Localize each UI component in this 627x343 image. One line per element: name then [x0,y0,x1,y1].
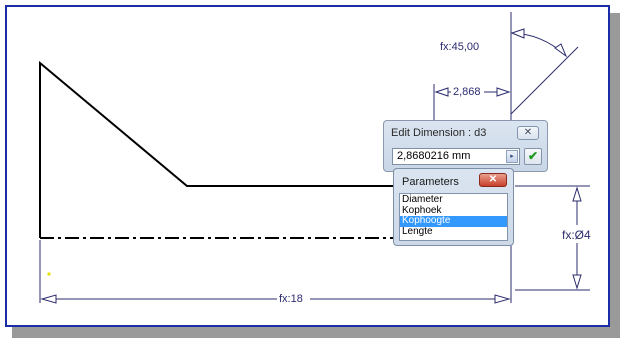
value-options-button[interactable]: ▸ [506,150,518,163]
close-icon: ✕ [523,127,533,138]
arrow-dia-bottom [572,274,582,290]
edit-dimension-title: Edit Dimension : d3 [391,127,487,139]
angle-dimension-label[interactable]: fx:45,00 [440,41,479,53]
dimension-value-input[interactable]: 2,8680216 mm [392,148,520,165]
arrow-angle-end [554,43,568,58]
arrow-top-left [434,87,449,97]
parameter-item-lengte[interactable]: Lengte [400,226,507,238]
edit-dialog-close-button[interactable]: ✕ [517,126,539,140]
sketch-point[interactable] [47,272,51,276]
checkmark-icon: ✔ [527,149,539,163]
close-icon: ✕ [488,174,498,185]
dimension-value-text: 2,8680216 mm [397,150,471,162]
parameters-dialog: Parameters ✕ Diameter Kophoek Kophoogte … [393,168,514,246]
arrow-length-right [494,294,511,304]
accept-button[interactable]: ✔ [524,148,542,165]
parameter-item-diameter[interactable]: Diameter [400,194,507,206]
top-length-dimension-label[interactable]: 2,868 [453,86,481,98]
arrow-angle-start [510,28,525,39]
profile-outline[interactable] [39,60,395,238]
total-length-dimension-label[interactable]: fx:18 [279,293,303,305]
angle-leader [510,46,579,115]
chevron-right-icon: ▸ [510,153,514,160]
parameters-list[interactable]: Diameter Kophoek Kophoogte Lengte [399,193,508,241]
arrow-top-right [496,87,511,97]
parameters-close-button[interactable]: ✕ [479,173,507,187]
diameter-dimension-label[interactable]: fx:Ø4 [562,229,591,241]
arrow-length-left [40,294,57,304]
parameter-item-kophoogte[interactable]: Kophoogte [400,215,507,227]
parameters-title: Parameters [402,176,459,188]
arrow-dia-top [572,186,582,202]
edit-dimension-dialog: Edit Dimension : d3 ✕ 2,8680216 mm ▸ ✔ [383,120,548,172]
